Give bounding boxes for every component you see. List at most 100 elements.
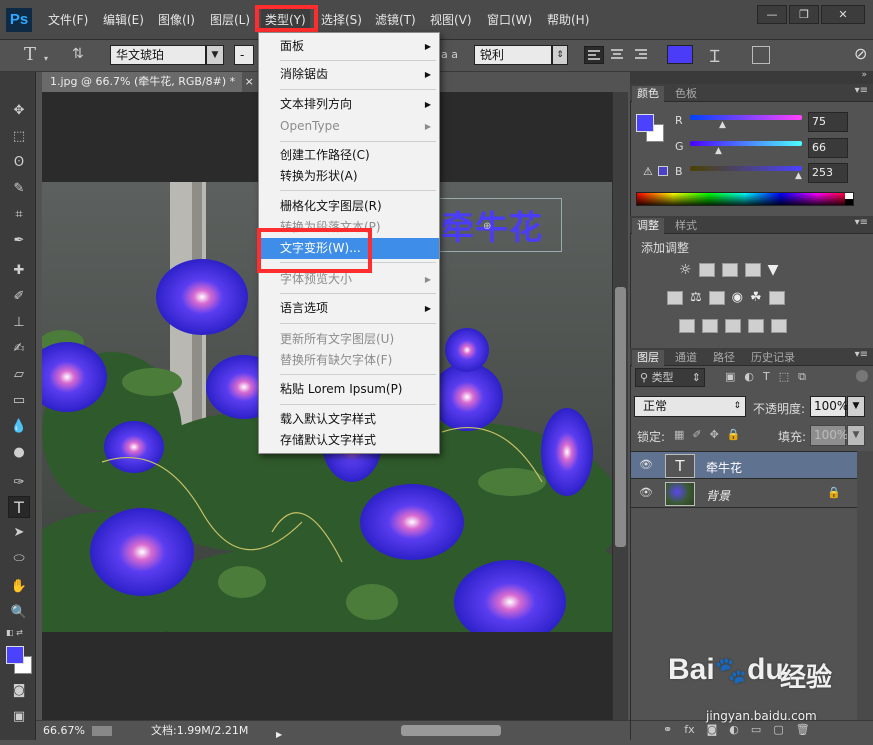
opacity-field[interactable]: 100% — [810, 396, 848, 417]
selective-color-icon[interactable] — [748, 319, 764, 333]
color-balance-icon[interactable]: ⚖ — [690, 291, 702, 305]
gradient-map-icon[interactable] — [771, 319, 787, 333]
layer-filter-dropdown[interactable]: ⚲ 类型 ⇕ — [635, 368, 705, 387]
menu-item-paste-lorem-ipsum[interactable]: 粘贴 Lorem Ipsum(P) — [259, 379, 439, 400]
align-right-button[interactable] — [632, 46, 652, 64]
tab-styles[interactable]: 样式 — [670, 218, 702, 234]
minimize-button[interactable]: — — [757, 5, 787, 24]
layer-row-background[interactable]: 👁 背景 🔒 — [631, 480, 857, 508]
blur-tool-icon[interactable]: 💧 — [8, 416, 30, 438]
gamut-warning-icon[interactable]: ⚠ — [643, 165, 653, 178]
menu-image[interactable]: 图像(I) — [158, 11, 195, 28]
opacity-dropdown[interactable]: ▼ — [847, 396, 865, 417]
menu-item-antialias[interactable]: 消除锯齿 ▶ — [259, 64, 439, 85]
type-tool-icon[interactable]: T — [8, 496, 30, 518]
g-slider[interactable] — [690, 141, 802, 146]
smart-object-filter-icon[interactable]: ⧉ — [798, 370, 806, 384]
menu-item-create-work-path[interactable]: 创建工作路径(C) — [259, 145, 439, 166]
gamut-swatch[interactable] — [658, 166, 668, 176]
font-family-dropdown[interactable]: ▼ — [206, 45, 224, 65]
menu-window[interactable]: 窗口(W) — [487, 11, 532, 28]
exposure-icon[interactable] — [744, 263, 761, 277]
chevron-down-icon[interactable]: ▾ — [44, 54, 48, 63]
zoom-tool-icon[interactable]: 🔍 — [8, 602, 30, 624]
new-layer-icon[interactable]: ▢ — [773, 723, 783, 736]
threshold-icon[interactable] — [725, 319, 741, 333]
menu-view[interactable]: 视图(V) — [430, 11, 472, 28]
delete-layer-icon[interactable]: 🗑 — [796, 723, 810, 736]
antialias-field[interactable]: 锐利 — [474, 45, 552, 65]
pixel-filter-icon[interactable]: ▣ — [725, 370, 735, 384]
document-tab-close[interactable]: × — [245, 75, 254, 88]
new-group-icon[interactable]: ▭ — [751, 723, 761, 736]
menu-item-load-default-style[interactable]: 载入默认文字样式 — [259, 409, 439, 430]
horizontal-scrollbar-thumb[interactable] — [401, 725, 501, 736]
layers-scrollbar[interactable] — [857, 451, 873, 721]
menu-filter[interactable]: 滤镜(T) — [375, 11, 416, 28]
clone-stamp-tool-icon[interactable]: ⊥ — [8, 312, 30, 334]
g-slider-handle[interactable]: ▲ — [715, 146, 722, 156]
hand-tool-icon[interactable]: ✋ — [8, 576, 30, 598]
dodge-tool-icon[interactable]: ● — [8, 442, 30, 464]
lasso-tool-icon[interactable]: ʘ — [8, 152, 30, 174]
move-tool-icon[interactable]: ✥ — [8, 100, 30, 122]
menu-layer[interactable]: 图层(L) — [210, 11, 250, 28]
lock-all-icon[interactable]: 🔒 — [727, 428, 741, 441]
color-spectrum-bar[interactable] — [636, 192, 854, 206]
vibrance-icon[interactable]: ▼ — [768, 263, 779, 277]
antialias-dropdown[interactable]: ⇕ — [552, 45, 568, 65]
vertical-scrollbar[interactable] — [612, 92, 628, 720]
menu-item-replace-missing-fonts[interactable]: 替换所有缺欠字体(F) — [259, 350, 439, 371]
cancel-icon[interactable]: ⊘ — [854, 44, 867, 63]
font-family-field[interactable]: 华文琥珀 — [110, 45, 206, 65]
crop-tool-icon[interactable]: ⌗ — [8, 204, 30, 226]
status-icon[interactable] — [92, 726, 112, 736]
color-foreground-swatch[interactable] — [636, 114, 654, 132]
layer-style-icon[interactable]: fx — [684, 723, 694, 736]
adjustment-filter-icon[interactable]: ◐ — [744, 370, 754, 384]
text-color-swatch[interactable] — [667, 45, 693, 64]
align-center-button[interactable] — [608, 46, 628, 64]
tab-adjustments[interactable]: 调整 — [632, 218, 664, 234]
channel-mixer-icon[interactable]: ☘ — [750, 291, 762, 305]
orientation-toggle-icon[interactable]: ⇅ — [72, 46, 84, 62]
zoom-level[interactable]: 66.67% — [43, 721, 85, 741]
menu-item-language-options[interactable]: 语言选项 ▶ — [259, 298, 439, 319]
invert-icon[interactable] — [679, 319, 695, 333]
panel-menu-icon[interactable]: ▾≡ — [855, 85, 868, 96]
hue-saturation-icon[interactable] — [667, 291, 683, 305]
panel-menu-icon[interactable]: ▾≡ — [855, 217, 868, 228]
history-brush-tool-icon[interactable]: ✍ — [8, 338, 30, 360]
levels-icon[interactable] — [698, 263, 715, 277]
add-mask-icon[interactable]: ◙ — [707, 723, 718, 736]
layer-name-background[interactable]: 背景 — [706, 487, 730, 504]
tab-history[interactable]: 历史记录 — [746, 350, 800, 366]
brightness-icon[interactable]: ☼ — [679, 263, 692, 277]
shape-filter-icon[interactable]: ⬚ — [779, 370, 789, 384]
tab-channels[interactable]: 通道 — [670, 350, 702, 366]
fill-dropdown[interactable]: ▼ — [847, 425, 865, 446]
menu-item-orientation[interactable]: 文本排列方向 ▶ — [259, 94, 439, 115]
menu-file[interactable]: 文件(F) — [48, 11, 88, 28]
layer-name-text[interactable]: 牵牛花 — [706, 459, 742, 476]
quick-mask-icon[interactable]: ◙ — [8, 680, 30, 702]
tab-layers[interactable]: 图层 — [632, 350, 664, 366]
menu-help[interactable]: 帮助(H) — [547, 11, 589, 28]
marquee-tool-icon[interactable]: ⬚ — [8, 126, 30, 148]
dock-collapse-bar[interactable]: » — [630, 70, 873, 84]
menu-item-rasterize[interactable]: 栅格化文字图层(R) — [259, 196, 439, 217]
lock-position-icon[interactable]: ✥ — [710, 428, 719, 441]
b-value-field[interactable]: 253 — [808, 163, 848, 183]
menu-item-convert-to-shape[interactable]: 转换为形状(A) — [259, 166, 439, 187]
menu-item-update-all-text[interactable]: 更新所有文字图层(U) — [259, 329, 439, 350]
eye-icon[interactable]: 👁 — [639, 458, 653, 471]
collapse-icon[interactable]: » — [861, 70, 867, 80]
b-slider-handle[interactable]: ▲ — [795, 171, 802, 181]
default-colors-icon[interactable]: ◧ ⇄ — [6, 628, 23, 637]
gradient-tool-icon[interactable]: ▭ — [8, 390, 30, 412]
black-white-icon[interactable] — [708, 291, 725, 305]
new-adjustment-icon[interactable]: ◐ — [729, 723, 739, 736]
lock-pixels-icon[interactable]: ✐ — [692, 428, 701, 441]
curves-icon[interactable] — [721, 263, 738, 277]
lock-transparent-icon[interactable]: ▦ — [674, 428, 684, 441]
